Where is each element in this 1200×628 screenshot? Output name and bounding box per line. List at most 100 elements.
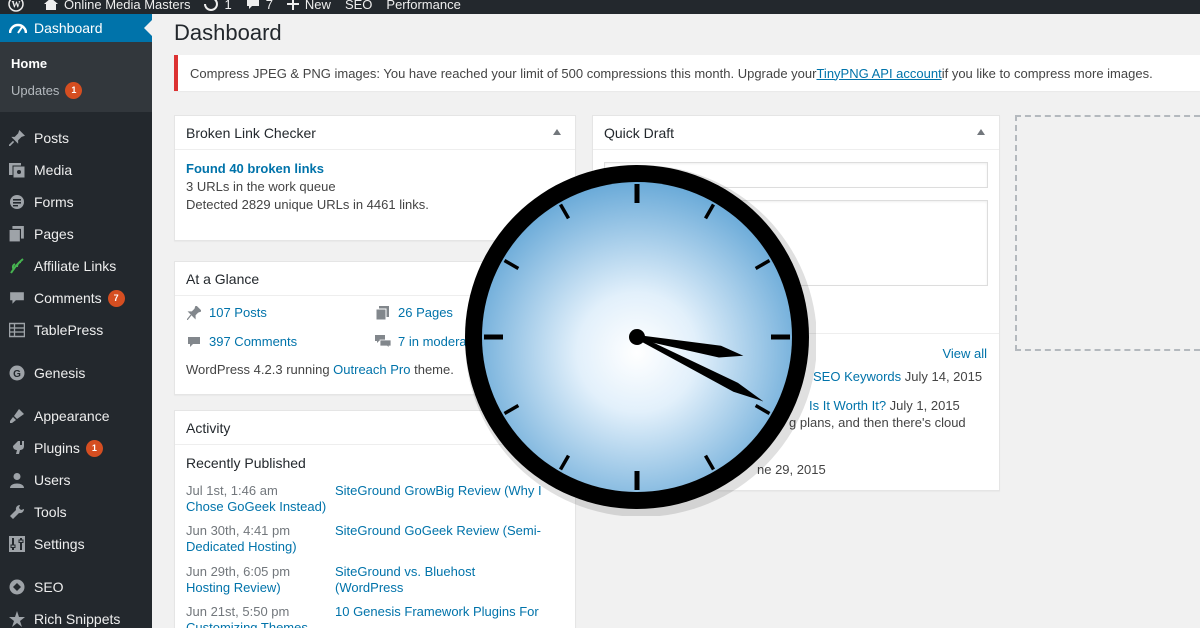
sidebar-item-label: Posts <box>34 130 70 146</box>
draft-item: Is It Worth It? July 1, 2015 <box>809 398 960 413</box>
sidebar-item-label: Appearance <box>34 408 110 424</box>
comments-link[interactable]: 7 <box>246 0 273 12</box>
performance-menu-link[interactable]: Performance <box>386 0 460 12</box>
sidebar-item-comments[interactable]: Comments 7 <box>0 284 152 312</box>
activity-date: Jul 1st, 1:46 am Chose GoGeek Instead) <box>186 483 334 515</box>
sidebar-item-label: Affiliate Links <box>34 258 117 274</box>
activity-date-text: Jun 29th, 6:05 pm <box>186 564 291 579</box>
sidebar-item-tablepress[interactable]: TablePress <box>0 316 152 344</box>
sidebar-item-affiliate-links[interactable]: Affiliate Links <box>0 252 152 280</box>
pin-icon <box>7 130 27 146</box>
widget-header[interactable]: Quick Draft <box>593 116 999 150</box>
activity-date: Jun 21st, 5:50 pm Customizing Themes <box>186 604 334 628</box>
table-icon <box>7 322 27 338</box>
moderation-link[interactable]: 7 in modera <box>398 334 467 349</box>
wordpress-logo-icon[interactable]: W <box>8 0 30 12</box>
draft-item: SEO Keywords July 14, 2015 <box>813 369 982 384</box>
sidebar-item-posts[interactable]: Posts <box>0 124 152 152</box>
sidebar-item-forms[interactable]: Forms <box>0 188 152 216</box>
posts-count-link[interactable]: 107 Posts <box>209 305 267 320</box>
svg-text:W: W <box>12 0 21 10</box>
svg-text:G: G <box>13 369 21 380</box>
notice-text-end: if you like to compress more images. <box>941 65 1153 81</box>
new-content-link[interactable]: New <box>286 0 331 12</box>
home-icon <box>44 0 58 10</box>
sidebar-item-rich-snippets[interactable]: Rich Snippets <box>0 605 152 628</box>
version-text-end: theme. <box>410 362 454 377</box>
view-all-drafts-link[interactable]: View all <box>942 346 987 361</box>
sidebar-item-settings[interactable]: Settings <box>0 530 152 558</box>
glance-moderation[interactable]: 7 in modera <box>375 334 467 349</box>
sidebar-item-label: Plugins <box>34 440 80 456</box>
settings-icon <box>7 536 27 552</box>
sidebar-item-label: TablePress <box>34 322 104 338</box>
theme-link[interactable]: Outreach Pro <box>333 362 410 377</box>
notice-text: Compress JPEG & PNG images: You have rea… <box>190 65 817 81</box>
widget-title: Broken Link Checker <box>186 124 316 141</box>
draft-link[interactable]: Is It Worth It? <box>809 398 886 413</box>
media-icon <box>7 162 27 178</box>
sidebar-item-label: Genesis <box>34 365 86 381</box>
dashboard-gauge-icon <box>8 21 28 35</box>
dashboard-submenu: Home Updates 1 <box>0 42 152 112</box>
activity-post-title[interactable]: SiteGround vs. Bluehost (WordPress <box>335 564 545 596</box>
clock-icon <box>465 165 816 516</box>
sidebar-item-label: Rich Snippets <box>34 611 121 627</box>
plugins-icon <box>7 440 27 456</box>
seo-icon <box>7 579 27 595</box>
star-icon <box>7 611 27 627</box>
new-label: New <box>304 0 331 12</box>
comments-icon <box>7 291 27 305</box>
sidebar-item-media[interactable]: Media <box>0 156 152 184</box>
widget-title: Quick Draft <box>604 124 675 141</box>
widget-title: Activity <box>186 419 231 436</box>
sidebar-item-label: Settings <box>34 536 85 552</box>
site-name-label: Online Media Masters <box>64 0 191 12</box>
count-badge: 1 <box>85 439 103 457</box>
tools-icon <box>7 504 27 520</box>
comments-count-link[interactable]: 397 Comments <box>209 334 297 349</box>
sidebar-item-label: Dashboard <box>34 20 103 36</box>
widget-header[interactable]: Broken Link Checker <box>175 116 575 150</box>
activity-date-text: Jun 30th, 4:41 pm <box>186 523 291 538</box>
updates-link[interactable]: 1 <box>204 0 232 12</box>
updates-badge: 1 <box>65 82 83 99</box>
activity-post-link[interactable]: Hosting Review) <box>186 580 334 596</box>
sidebar-item-seo[interactable]: SEO <box>0 573 152 601</box>
draft-link[interactable]: SEO Keywords <box>813 369 901 384</box>
sidebar-item-users[interactable]: Users <box>0 466 152 494</box>
refresh-icon <box>204 0 219 11</box>
comment-bubble-icon <box>246 0 259 9</box>
broken-links-link[interactable]: Found 40 broken links <box>186 161 324 176</box>
sidebar-item-label: Pages <box>34 226 74 242</box>
activity-post-link[interactable]: Chose GoGeek Instead) <box>186 499 334 515</box>
comments-multiple-icon <box>375 334 391 349</box>
sidebar-item-genesis[interactable]: G Genesis <box>0 359 152 387</box>
sidebar-item-label: Comments <box>34 290 102 306</box>
tinypng-account-link[interactable]: TinyPNG API account <box>816 66 941 81</box>
seo-menu-link[interactable]: SEO <box>345 0 372 12</box>
activity-post-title[interactable]: SiteGround GoGeek Review (Semi- <box>335 523 545 539</box>
submenu-home[interactable]: Home <box>11 56 47 71</box>
glance-posts[interactable]: 107 Posts <box>186 305 267 320</box>
activity-post-link[interactable]: Customizing Themes <box>186 620 334 628</box>
activity-post-link[interactable]: Dedicated Hosting) <box>186 539 334 555</box>
sidebar-item-appearance[interactable]: Appearance <box>0 402 152 430</box>
pages-count-link[interactable]: 26 Pages <box>398 305 453 320</box>
sidebar-item-tools[interactable]: Tools <box>0 498 152 526</box>
genesis-icon: G <box>7 365 27 381</box>
sidebar-item-plugins[interactable]: Plugins 1 <box>0 434 152 462</box>
activity-post-title[interactable]: 10 Genesis Framework Plugins For <box>335 604 545 620</box>
collapse-arrow-icon[interactable] <box>977 129 985 135</box>
glance-comments[interactable]: 397 Comments <box>186 334 297 349</box>
sidebar-item-pages[interactable]: Pages <box>0 220 152 248</box>
activity-date-text: Jul 1st, 1:46 am <box>186 483 278 498</box>
sidebar-item-dashboard[interactable]: Dashboard <box>0 14 152 42</box>
site-name-link[interactable]: Online Media Masters <box>44 0 190 12</box>
activity-date-text: Jun 21st, 5:50 pm <box>186 604 290 619</box>
collapse-arrow-icon[interactable] <box>553 129 561 135</box>
affiliate-icon <box>7 258 27 274</box>
empty-widget-dropzone[interactable] <box>1015 115 1200 351</box>
submenu-updates[interactable]: Updates 1 <box>11 82 83 99</box>
glance-pages[interactable]: 26 Pages <box>375 305 453 320</box>
